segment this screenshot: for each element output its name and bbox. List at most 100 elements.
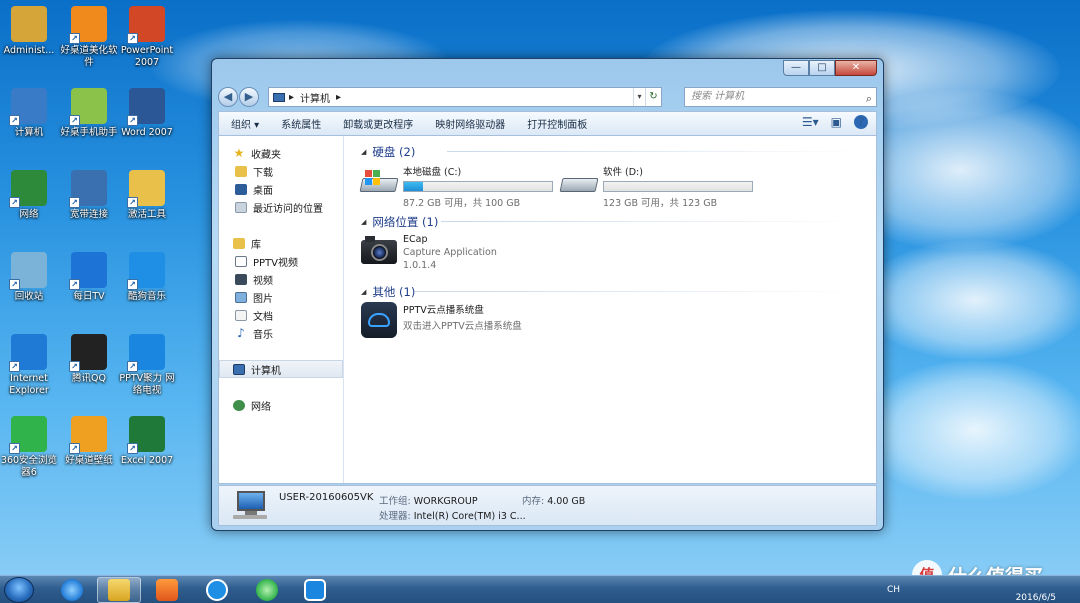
desktop-icon-item[interactable]: ↗ 回收站 xyxy=(0,252,58,303)
nav-videos[interactable]: 视频 xyxy=(235,272,273,287)
cpu-value: Intel(R) Core(TM) i3 C... xyxy=(413,511,526,522)
picture-icon xyxy=(235,291,247,303)
desktop-icon-item[interactable]: ↗ Word 2007 xyxy=(118,88,176,139)
taskbar-kugou[interactable] xyxy=(195,577,239,603)
nav-videos-label: 视频 xyxy=(253,275,273,287)
shortcut-arrow-icon: ↗ xyxy=(127,361,138,372)
camera-icon xyxy=(361,234,397,264)
address-dropdown-icon[interactable]: ▾ xyxy=(633,88,645,106)
open-control-panel-button[interactable]: 打开控制面板 xyxy=(527,116,587,131)
desktop-icon-item[interactable]: ↗ 宽带连接 xyxy=(60,170,118,221)
desktop-icon-item[interactable]: ↗ 360安全浏览器6 xyxy=(0,416,58,479)
drive-c[interactable]: 本地磁盘 (C:) 87.2 GB 可用，共 100 GB xyxy=(359,164,553,209)
taskbar-360-browser[interactable] xyxy=(245,577,289,603)
group-network-locations[interactable]: ◢ 网络位置 (1) xyxy=(361,214,438,230)
desktop-icon-item[interactable]: ↗ 好桌道壁纸 xyxy=(60,416,118,467)
video-library-icon xyxy=(235,255,247,267)
desktop-icon-item[interactable]: ↗ 好桌手机助手 xyxy=(60,88,118,139)
search-placeholder: 搜索 计算机 xyxy=(691,91,745,102)
start-button[interactable] xyxy=(4,577,34,603)
collapse-triangle-icon[interactable]: ◢ xyxy=(361,148,366,156)
nav-desktop[interactable]: 桌面 xyxy=(235,182,273,197)
desktop-icon-item[interactable]: ↗ 酷狗音乐 xyxy=(118,252,176,303)
nav-documents-label: 文档 xyxy=(253,311,273,323)
address-path[interactable]: 计算机 xyxy=(300,90,330,105)
network-icon: ↗ xyxy=(9,170,47,208)
back-button[interactable]: ◀ xyxy=(218,87,238,107)
drive-c-name: 本地磁盘 (C:) xyxy=(403,167,462,178)
nav-computer[interactable]: 计算机 xyxy=(233,362,281,377)
desktop-icon-item[interactable]: ↗ 腾讯QQ xyxy=(60,334,118,385)
desktop-icon-item[interactable]: ↗ PPTV聚力 网络电视 xyxy=(118,334,176,397)
excel-icon: ↗ xyxy=(127,416,165,454)
shortcut-arrow-icon: ↗ xyxy=(69,197,80,208)
drive-d[interactable]: 软件 (D:) 123 GB 可用，共 123 GB xyxy=(559,164,753,209)
shortcut-arrow-icon: ↗ xyxy=(9,279,20,290)
group-divider xyxy=(441,221,866,222)
address-path-arrow[interactable]: ▸ xyxy=(336,92,341,103)
nav-downloads[interactable]: 下载 xyxy=(235,164,273,179)
desktop-icon-item[interactable]: ↗ 激活工具 xyxy=(118,170,176,221)
pptv-cloud-name: PPTV云点播系统盘 xyxy=(403,305,484,316)
taskbar-media-player[interactable] xyxy=(145,577,189,603)
nav-desktop-label: 桌面 xyxy=(253,185,273,197)
preview-pane-icon[interactable]: ▣ xyxy=(831,115,842,129)
desktop-icon-label: 每日TV xyxy=(73,291,105,302)
nav-favorites-label: 收藏夹 xyxy=(251,149,281,161)
forward-button[interactable]: ▶ xyxy=(239,87,259,107)
desktop-icon-item[interactable]: ↗ 计算机 xyxy=(0,88,58,139)
uninstall-program-button[interactable]: 卸载或更改程序 xyxy=(343,116,413,131)
taskbar-explorer[interactable] xyxy=(97,577,141,603)
nav-favorites[interactable]: ★ 收藏夹 xyxy=(233,146,281,161)
organize-menu[interactable]: 组织 ▾ xyxy=(231,116,259,131)
desktop-icon-item[interactable]: ↗ 好桌道美化软件 xyxy=(60,6,118,69)
taskbar-ie[interactable] xyxy=(50,577,94,603)
view-options-icon[interactable]: ☰▾ xyxy=(802,115,819,129)
minimize-button[interactable]: — xyxy=(783,60,809,76)
close-button[interactable]: ✕ xyxy=(835,60,877,76)
nav-network[interactable]: 网络 xyxy=(233,398,271,413)
desktop-icon-item[interactable]: ↗ Internet Explorer xyxy=(0,334,58,397)
group-other[interactable]: ◢ 其他 (1) xyxy=(361,284,415,300)
address-bar[interactable]: ▸ 计算机 ▸ ▾ ↻ xyxy=(268,87,662,107)
user-folder-icon xyxy=(11,6,47,42)
ecap-item[interactable]: ECap Capture Application 1.0.1.4 xyxy=(361,234,497,273)
broadband-icon: ↗ xyxy=(69,170,107,208)
desktop-icon-item[interactable]: ↗ 网络 xyxy=(0,170,58,221)
pptv-cloud-icon xyxy=(361,302,397,338)
pptv-cloud-item[interactable]: PPTV云点播系统盘 双击进入PPTV云点播系统盘 xyxy=(361,302,522,338)
map-network-drive-button[interactable]: 映射网络驱动器 xyxy=(435,116,505,131)
clock-date[interactable]: 2016/6/5 xyxy=(1016,593,1056,603)
system-properties-button[interactable]: 系统属性 xyxy=(281,116,321,131)
group-hard-disks[interactable]: ◢ 硬盘 (2) xyxy=(361,144,415,160)
shortcut-arrow-icon: ↗ xyxy=(127,443,138,454)
command-bar: 组织 ▾ 系统属性 卸载或更改程序 映射网络驱动器 打开控制面板 ☰▾ ▣ ? xyxy=(218,111,877,135)
nav-music[interactable]: ♪ 音乐 xyxy=(235,326,273,341)
help-icon[interactable]: ? xyxy=(854,115,868,129)
nav-pictures[interactable]: 图片 xyxy=(235,290,273,305)
shortcut-arrow-icon: ↗ xyxy=(9,361,20,372)
collapse-triangle-icon[interactable]: ◢ xyxy=(361,218,366,226)
nav-libraries[interactable]: 库 xyxy=(233,236,261,251)
desktop-icon-item[interactable]: ↗ PowerPoint 2007 xyxy=(118,6,176,69)
content-pane: ◢ 硬盘 (2) 本地磁盘 (C:) 87.2 GB 可用，共 100 GB 软… xyxy=(345,136,876,483)
address-root-arrow[interactable]: ▸ xyxy=(289,92,294,103)
nav-recent-label: 最近访问的位置 xyxy=(253,203,323,215)
language-indicator[interactable]: CH xyxy=(887,585,900,595)
collapse-triangle-icon[interactable]: ◢ xyxy=(361,288,366,296)
search-input[interactable]: 搜索 计算机 ⌕ xyxy=(684,87,877,107)
taskbar-pptv[interactable] xyxy=(293,577,337,603)
phone-assistant-icon: ↗ xyxy=(69,88,107,126)
desktop-icon-item[interactable]: Administ... xyxy=(0,6,58,57)
desktop-icon-item[interactable]: ↗ Excel 2007 xyxy=(118,416,176,467)
nav-documents[interactable]: 文档 xyxy=(235,308,273,323)
computer-icon: ↗ xyxy=(9,88,47,126)
refresh-icon[interactable]: ↻ xyxy=(645,88,661,106)
shortcut-arrow-icon: ↗ xyxy=(127,279,138,290)
ie-icon xyxy=(61,579,83,601)
maximize-button[interactable]: □ xyxy=(809,60,835,76)
nav-pptv-video[interactable]: PPTV视频 xyxy=(235,254,298,269)
desktop-icon-item[interactable]: ↗ 每日TV xyxy=(60,252,118,303)
search-icon[interactable]: ⌕ xyxy=(866,90,872,108)
nav-recent[interactable]: 最近访问的位置 xyxy=(235,200,323,215)
